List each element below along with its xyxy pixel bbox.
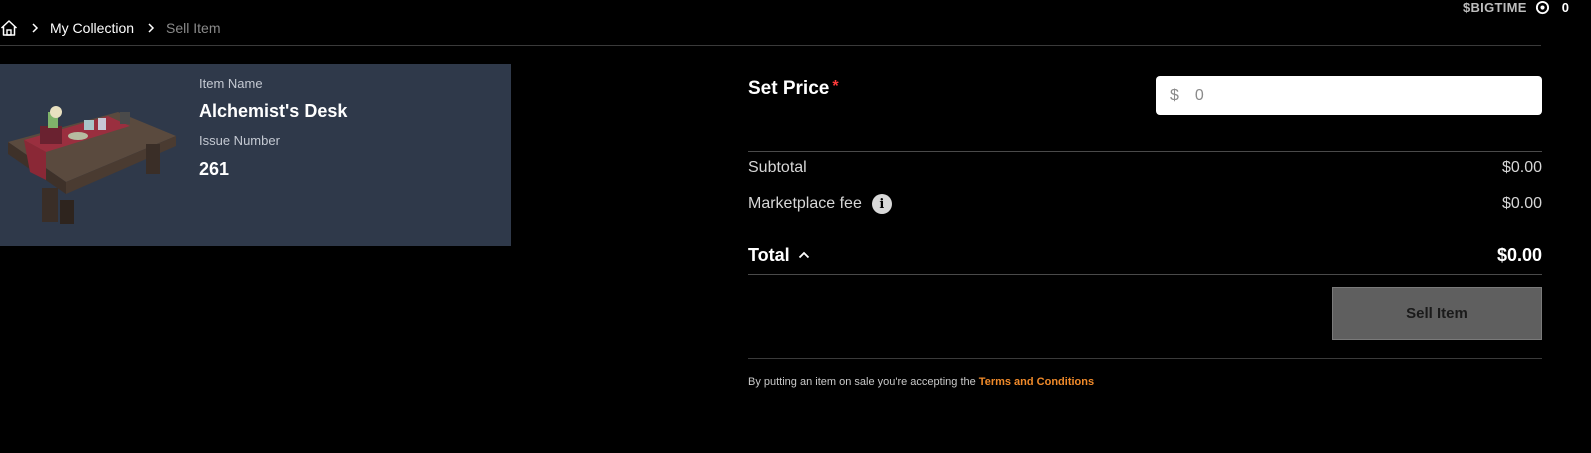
chevron-right-icon [148,23,155,33]
currency-value: 0 [1561,0,1569,15]
bigtime-token-icon [1535,0,1549,14]
header-divider [0,45,1541,46]
info-icon[interactable]: i [871,194,892,214]
marketplace-fee-value: $0.00 [1501,195,1542,212]
divider [748,274,1542,275]
price-input[interactable] [1194,86,1515,105]
issue-number-label: Issue Number [199,133,280,148]
item-thumbnail [8,106,176,224]
marketplace-fee-label: Marketplace fee [748,195,862,212]
sell-item-button[interactable]: Sell Item [1332,287,1542,340]
subtotal-value: $0.00 [1501,159,1542,176]
total-row[interactable]: Total $0.00 [748,244,1542,266]
item-info: Item Name Alchemist's Desk Issue Number … [199,76,347,180]
item-name: Alchemist's Desk [199,101,348,121]
total-label: Total [748,244,790,265]
currency-symbol: $ [1170,86,1179,104]
issue-number: 261 [199,159,230,179]
required-mark: * [832,78,839,95]
sell-item-page: $BIGTIME 0 My Collection Sell Item Item … [0,0,1591,453]
subtotal-row: Subtotal $0.00 [748,158,1542,178]
divider [748,358,1542,359]
terms-link[interactable]: Terms and Conditions [979,376,1094,388]
terms-notice: By putting an item on sale you're accept… [748,376,1094,388]
subtotal-label: Subtotal [748,159,807,176]
currency-label: $BIGTIME [1462,0,1527,15]
home-icon[interactable] [0,19,18,37]
set-price-label: Set Price [748,78,830,99]
item-card: Item Name Alchemist's Desk Issue Number … [0,64,511,246]
total-value: $0.00 [1496,244,1542,265]
breadcrumb-my-collection[interactable]: My Collection [50,20,134,36]
currency-balance: $BIGTIME 0 [1462,0,1569,15]
divider [748,151,1542,152]
breadcrumb-sell-item: Sell Item [166,20,221,36]
set-price-heading: Set Price * [748,78,839,100]
price-field[interactable]: $ [1156,76,1542,115]
terms-text: By putting an item on sale you're accept… [748,376,979,388]
marketplace-fee-row: Marketplace fee i $0.00 [748,193,1542,215]
chevron-up-icon[interactable] [798,251,810,259]
breadcrumb: My Collection Sell Item [0,17,221,39]
chevron-right-icon [32,23,39,33]
item-name-label: Item Name [199,76,263,91]
